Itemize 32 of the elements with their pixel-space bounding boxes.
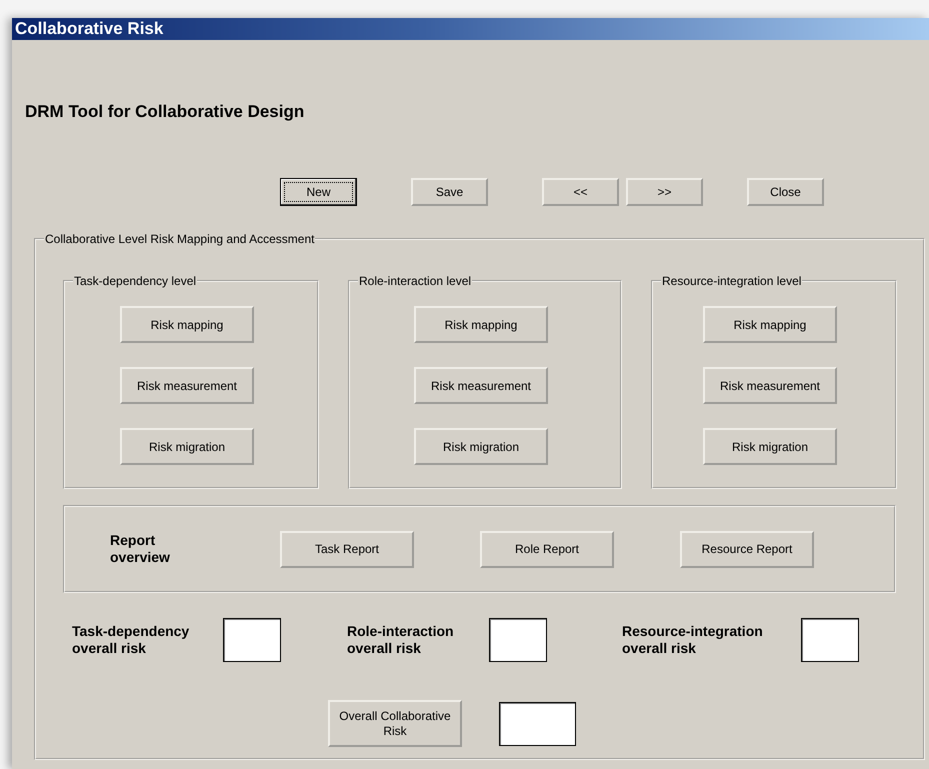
risk-value-field[interactable] bbox=[801, 618, 859, 662]
button[interactable]: << bbox=[542, 178, 619, 206]
risk-label: Role-interaction overall risk bbox=[347, 623, 455, 657]
button[interactable]: Risk migration bbox=[414, 428, 548, 465]
button[interactable]: Resource Report bbox=[680, 530, 814, 568]
button[interactable]: Save bbox=[411, 178, 488, 206]
window-title: Collaborative Risk bbox=[12, 18, 929, 40]
button[interactable]: Risk mapping bbox=[703, 306, 837, 343]
button[interactable]: Overall Collaborative Risk bbox=[328, 700, 462, 747]
button[interactable]: Risk mapping bbox=[414, 306, 548, 343]
risk-label: Task-dependency overall risk bbox=[72, 623, 190, 657]
button[interactable]: Risk measurement bbox=[414, 367, 548, 404]
button[interactable]: Close bbox=[747, 178, 824, 206]
group-label: Collaborative Level Risk Mapping and Accessment bbox=[44, 232, 316, 246]
button[interactable]: Risk measurement bbox=[703, 367, 837, 404]
button[interactable]: Risk migration bbox=[703, 428, 837, 465]
risk-value-field[interactable] bbox=[223, 618, 281, 662]
button[interactable]: Risk migration bbox=[120, 428, 254, 465]
risk-value-field[interactable] bbox=[489, 618, 547, 662]
risk-label: Resource-integration overall risk bbox=[622, 623, 764, 657]
button[interactable]: Task Report bbox=[280, 530, 414, 568]
report-label: Report overview bbox=[110, 532, 171, 566]
button[interactable]: Risk measurement bbox=[120, 367, 254, 404]
risk-value-field[interactable] bbox=[499, 702, 576, 746]
button[interactable]: Risk mapping bbox=[120, 306, 254, 343]
button[interactable]: Role Report bbox=[480, 530, 614, 568]
group-label: Role-interaction level bbox=[358, 274, 472, 288]
button[interactable]: >> bbox=[626, 178, 703, 206]
group-label: Task-dependency level bbox=[73, 274, 198, 288]
group-label: Resource-integration level bbox=[661, 274, 802, 288]
heading: DRM Tool for Collaborative Design bbox=[24, 102, 306, 122]
button[interactable]: New bbox=[280, 178, 357, 206]
